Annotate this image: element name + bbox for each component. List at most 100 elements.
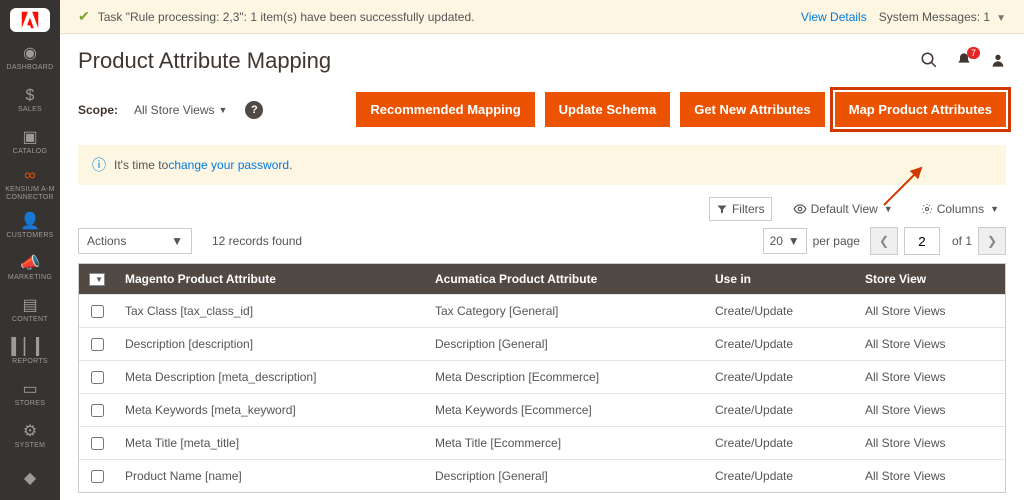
table-row: Meta Keywords [meta_keyword]Meta Keyword… [79,393,1005,426]
scope-label: Scope: [78,103,118,117]
notification-badge: 7 [967,47,980,60]
recommended-mapping-button[interactable]: Recommended Mapping [356,92,534,127]
grid-bar: Actions▼ 12 records found 20▼ per page ❮… [60,227,1024,263]
nav-reports[interactable]: ▍▏▎ REPORTS [0,332,60,374]
notifications-icon[interactable]: 7 [956,52,972,71]
search-icon[interactable] [920,51,938,72]
cell-store-view: All Store Views [855,460,1005,492]
chevron-down-icon: ▼ [996,13,1006,24]
help-icon[interactable]: ? [245,101,263,119]
success-alert: ✔ Task "Rule processing: 2,3": 1 item(s)… [60,0,1024,34]
cell-use-in: Create/Update [705,328,855,360]
change-password-link[interactable]: change your password [168,158,289,172]
page-title: Product Attribute Mapping [78,48,920,74]
nav-icon: ▍▏▎ [12,340,49,356]
nav-icon: ⚙ [23,424,37,440]
scope-selector[interactable]: All Store Views▼ [134,103,227,117]
nav-label: REPORTS [12,358,48,366]
caret-down-icon: ▼ [171,234,183,248]
per-page-label: per page [813,234,860,248]
cell-acumatica: Meta Title [Ecommerce] [425,427,705,459]
page-number-input[interactable] [904,227,940,255]
nav-label: SALES [18,106,42,114]
nav-kensium-a-m-connector[interactable]: ∞KENSIUM A-M CONNECTOR [0,164,60,206]
cell-use-in: Create/Update [705,295,855,327]
cell-use-in: Create/Update [705,394,855,426]
grid-controls: Filters Default View▼ Columns▼ [60,197,1024,227]
col-acumatica-attribute[interactable]: Acumatica Product Attribute [425,264,705,294]
cell-store-view: All Store Views [855,295,1005,327]
col-store-view[interactable]: Store View [855,264,1005,294]
adobe-logo[interactable] [10,8,50,32]
nav-item[interactable]: ◆ [0,458,60,500]
check-icon: ✔ [78,8,90,25]
row-checkbox[interactable] [91,470,104,483]
col-magento-attribute[interactable]: Magento Product Attribute [115,264,425,294]
nav-system[interactable]: ⚙ SYSTEM [0,416,60,458]
nav-label: STORES [15,400,45,408]
table-row: Product Name [name]Description [General]… [79,459,1005,492]
cell-store-view: All Store Views [855,328,1005,360]
cell-store-view: All Store Views [855,427,1005,459]
row-checkbox[interactable] [91,305,104,318]
filters-button[interactable]: Filters [709,197,772,221]
nav-customers[interactable]: 👤 CUSTOMERS [0,206,60,248]
cell-acumatica: Description [General] [425,328,705,360]
row-checkbox[interactable] [91,371,104,384]
default-view-dropdown[interactable]: Default View▼ [786,197,900,221]
view-details-link[interactable]: View Details [801,10,867,24]
nav-label: CUSTOMERS [6,232,53,240]
nav-marketing[interactable]: 📣MARKETING [0,248,60,290]
cell-acumatica: Meta Keywords [Ecommerce] [425,394,705,426]
table-row: Meta Title [meta_title]Meta Title [Ecomm… [79,426,1005,459]
table-row: Description [description]Description [Ge… [79,327,1005,360]
nav-icon: ▭ [22,382,37,398]
info-alert: ⓘ It's time to change your password . [78,145,1006,185]
get-new-attributes-button[interactable]: Get New Attributes [680,92,825,127]
nav-stores[interactable]: ▭ STORES [0,374,60,416]
system-messages[interactable]: System Messages: 1▼ [879,10,1006,24]
nav-icon: ▣ [22,130,37,146]
cell-magento: Tax Class [tax_class_id] [115,295,425,327]
row-checkbox[interactable] [91,404,104,417]
actions-dropdown[interactable]: Actions▼ [78,228,192,254]
cell-store-view: All Store Views [855,361,1005,393]
nav-icon: ◆ [24,471,36,487]
cell-magento: Meta Description [meta_description] [115,361,425,393]
per-page-select[interactable]: 20▼ [763,228,807,254]
columns-dropdown[interactable]: Columns▼ [914,197,1006,221]
main-content: ✔ Task "Rule processing: 2,3": 1 item(s)… [60,0,1024,500]
cell-use-in: Create/Update [705,460,855,492]
info-icon: ⓘ [92,155,106,175]
nav-label: CONTENT [12,316,48,324]
nav-content[interactable]: ▤CONTENT [0,290,60,332]
nav-sales[interactable]: $ SALES [0,80,60,122]
admin-sidebar: ◉DASHBOARD $ SALES ▣ CATALOG ∞KENSIUM A-M CON… [0,0,60,500]
nav-icon: 📣 [20,256,40,272]
col-use-in[interactable]: Use in [705,264,855,294]
update-schema-button[interactable]: Update Schema [545,92,671,127]
cell-magento: Meta Keywords [meta_keyword] [115,394,425,426]
nav-icon: 👤 [20,214,40,230]
cell-acumatica: Meta Description [Ecommerce] [425,361,705,393]
nav-label: SYSTEM [15,442,46,450]
account-icon[interactable] [990,52,1006,71]
nav-icon: $ [26,88,35,104]
cell-magento: Product Name [name] [115,460,425,492]
page-toolbar: Scope: All Store Views▼ ? Recommended Ma… [60,84,1024,145]
nav-label: CATALOG [13,148,48,156]
row-checkbox[interactable] [91,437,104,450]
nav-catalog[interactable]: ▣ CATALOG [0,122,60,164]
nav-dashboard[interactable]: ◉DASHBOARD [0,38,60,80]
select-all-checkbox[interactable]: ▼ [79,264,115,294]
attribute-grid: ▼ Magento Product Attribute Acumatica Pr… [78,263,1006,493]
cell-magento: Meta Title [meta_title] [115,427,425,459]
cell-store-view: All Store Views [855,394,1005,426]
table-row: Meta Description [meta_description]Meta … [79,360,1005,393]
row-checkbox[interactable] [91,338,104,351]
next-page-button[interactable]: ❯ [978,227,1006,255]
page-header: Product Attribute Mapping 7 [60,34,1024,84]
records-found: 12 records found [212,234,302,248]
prev-page-button[interactable]: ❮ [870,227,898,255]
map-product-attributes-button[interactable]: Map Product Attributes [835,92,1006,127]
